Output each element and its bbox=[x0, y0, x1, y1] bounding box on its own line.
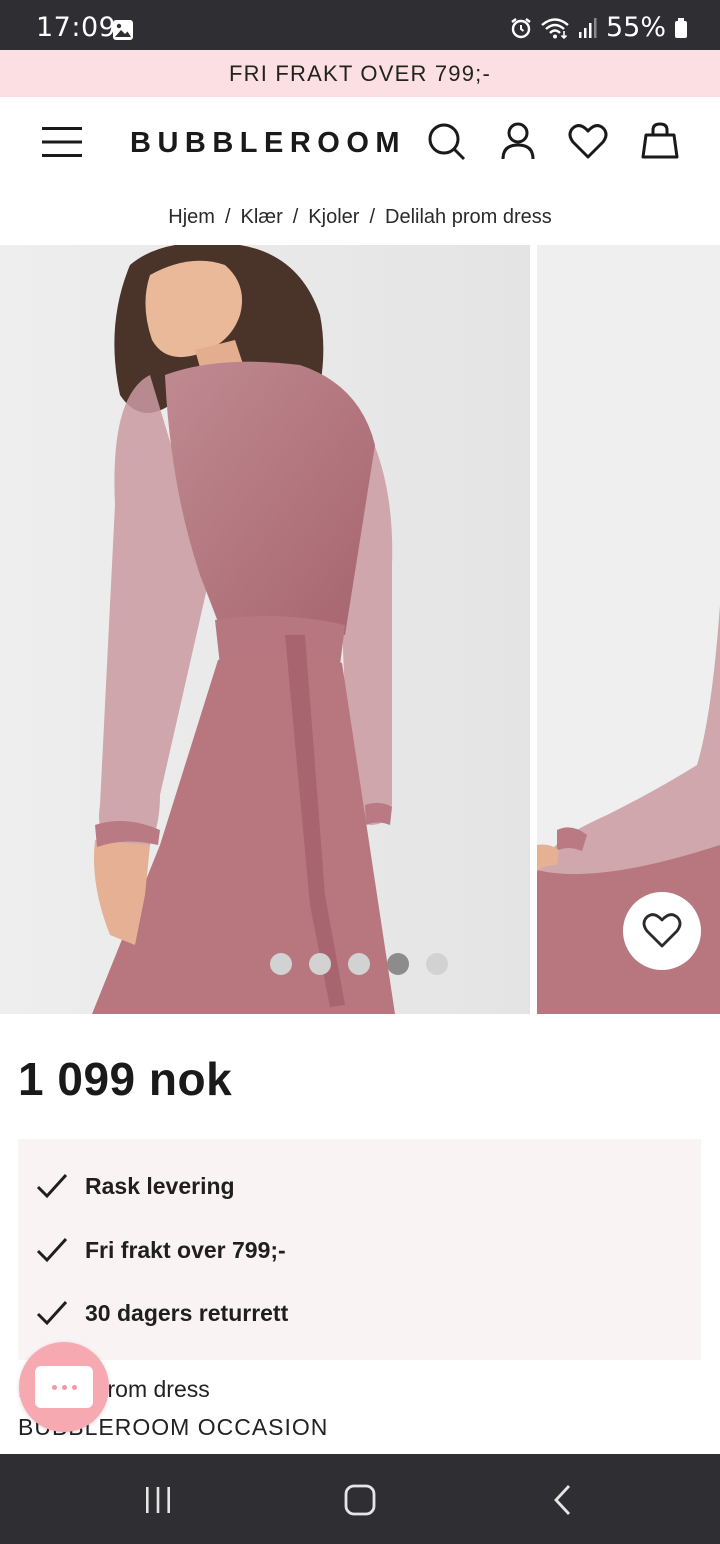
usp-item: Rask levering bbox=[36, 1172, 235, 1200]
site-logo[interactable]: BUBBLEROOM bbox=[130, 127, 406, 160]
product-photo-back-view bbox=[0, 245, 530, 1014]
breadcrumb-home[interactable]: Hjem bbox=[168, 206, 215, 229]
breadcrumb-clothes[interactable]: Klær bbox=[241, 206, 283, 229]
product-image-1[interactable] bbox=[0, 245, 530, 1014]
carousel-dot[interactable] bbox=[426, 953, 448, 975]
check-icon bbox=[36, 1237, 68, 1263]
bag-icon[interactable] bbox=[640, 121, 680, 161]
recent-apps-icon[interactable] bbox=[140, 1482, 176, 1518]
image-icon bbox=[113, 20, 133, 40]
wishlist-icon[interactable] bbox=[568, 121, 608, 161]
usp-text: 30 dagers returrett bbox=[85, 1299, 289, 1326]
account-icon[interactable] bbox=[498, 121, 538, 161]
heart-icon bbox=[642, 913, 682, 948]
site-header: BUBBLEROOM bbox=[0, 97, 720, 189]
battery-level: 55% bbox=[605, 12, 666, 43]
product-image-carousel[interactable] bbox=[0, 245, 720, 1014]
battery-icon bbox=[675, 17, 687, 38]
promo-banner: FRI FRAKT OVER 799;- bbox=[0, 50, 720, 97]
promo-text: FRI FRAKT OVER 799;- bbox=[229, 60, 491, 86]
add-to-wishlist-button[interactable] bbox=[623, 892, 701, 970]
breadcrumb-separator: / bbox=[292, 205, 299, 228]
status-bar: 17:09 55% bbox=[0, 0, 720, 50]
search-icon[interactable] bbox=[426, 121, 466, 161]
status-icons: 55% bbox=[510, 12, 688, 43]
alarm-icon bbox=[511, 17, 531, 38]
back-icon[interactable] bbox=[545, 1482, 581, 1518]
usp-item: 30 dagers returrett bbox=[36, 1299, 288, 1327]
breadcrumb-dresses[interactable]: Kjoler bbox=[308, 206, 359, 229]
chat-button[interactable] bbox=[19, 1342, 109, 1432]
check-icon bbox=[36, 1173, 68, 1199]
breadcrumb: Hjem / Klær / Kjoler / Delilah prom dres… bbox=[0, 189, 720, 245]
chat-icon bbox=[35, 1366, 93, 1408]
product-photo-side-view bbox=[537, 245, 720, 1014]
breadcrumb-separator: / bbox=[224, 205, 231, 228]
usp-item: Fri frakt over 799;- bbox=[36, 1236, 286, 1264]
breadcrumb-separator: / bbox=[369, 205, 375, 228]
wifi-icon bbox=[541, 17, 569, 39]
carousel-dot[interactable] bbox=[348, 953, 370, 975]
carousel-dot[interactable] bbox=[309, 953, 331, 975]
product-image-2[interactable] bbox=[537, 245, 720, 1014]
carousel-dot[interactable] bbox=[387, 953, 409, 975]
system-nav-bar bbox=[0, 1454, 720, 1544]
status-time: 17:09 bbox=[36, 12, 117, 43]
signal-icon bbox=[578, 17, 597, 38]
product-price: 1 099 nok bbox=[18, 1053, 233, 1105]
usp-text: Rask levering bbox=[85, 1172, 235, 1199]
usp-text: Fri frakt over 799;- bbox=[85, 1236, 286, 1263]
menu-icon[interactable] bbox=[42, 125, 82, 159]
carousel-dots bbox=[270, 953, 448, 975]
carousel-dot[interactable] bbox=[270, 953, 292, 975]
home-icon[interactable] bbox=[342, 1482, 378, 1518]
breadcrumb-current: Delilah prom dress bbox=[385, 205, 552, 228]
usp-box: Rask levering Fri frakt over 799;- 30 da… bbox=[18, 1139, 701, 1360]
check-icon bbox=[36, 1300, 68, 1326]
